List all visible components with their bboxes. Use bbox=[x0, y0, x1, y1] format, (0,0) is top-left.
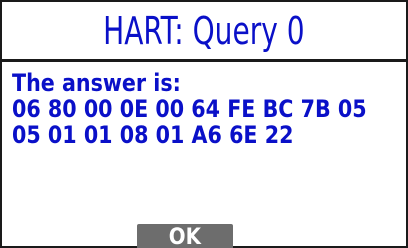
answer-panel: The answer is: 06 80 00 0E 00 64 FE BC 7… bbox=[12, 69, 367, 149]
answer-label: The answer is: bbox=[12, 69, 181, 97]
page-title: HART: Query 0 bbox=[103, 9, 305, 53]
ok-button-label: OK bbox=[168, 225, 202, 248]
hex-response-line-2: 05 01 01 08 01 A6 6E 22 bbox=[12, 121, 294, 149]
title-divider bbox=[2, 59, 406, 62]
ok-button[interactable]: OK bbox=[137, 224, 233, 248]
hex-response-line-1: 06 80 00 0E 00 64 FE BC 7B 05 bbox=[12, 95, 367, 123]
title-bar: HART: Query 0 bbox=[2, 2, 406, 60]
query-dialog: HART: Query 0 The answer is: 06 80 00 0E… bbox=[0, 0, 408, 248]
